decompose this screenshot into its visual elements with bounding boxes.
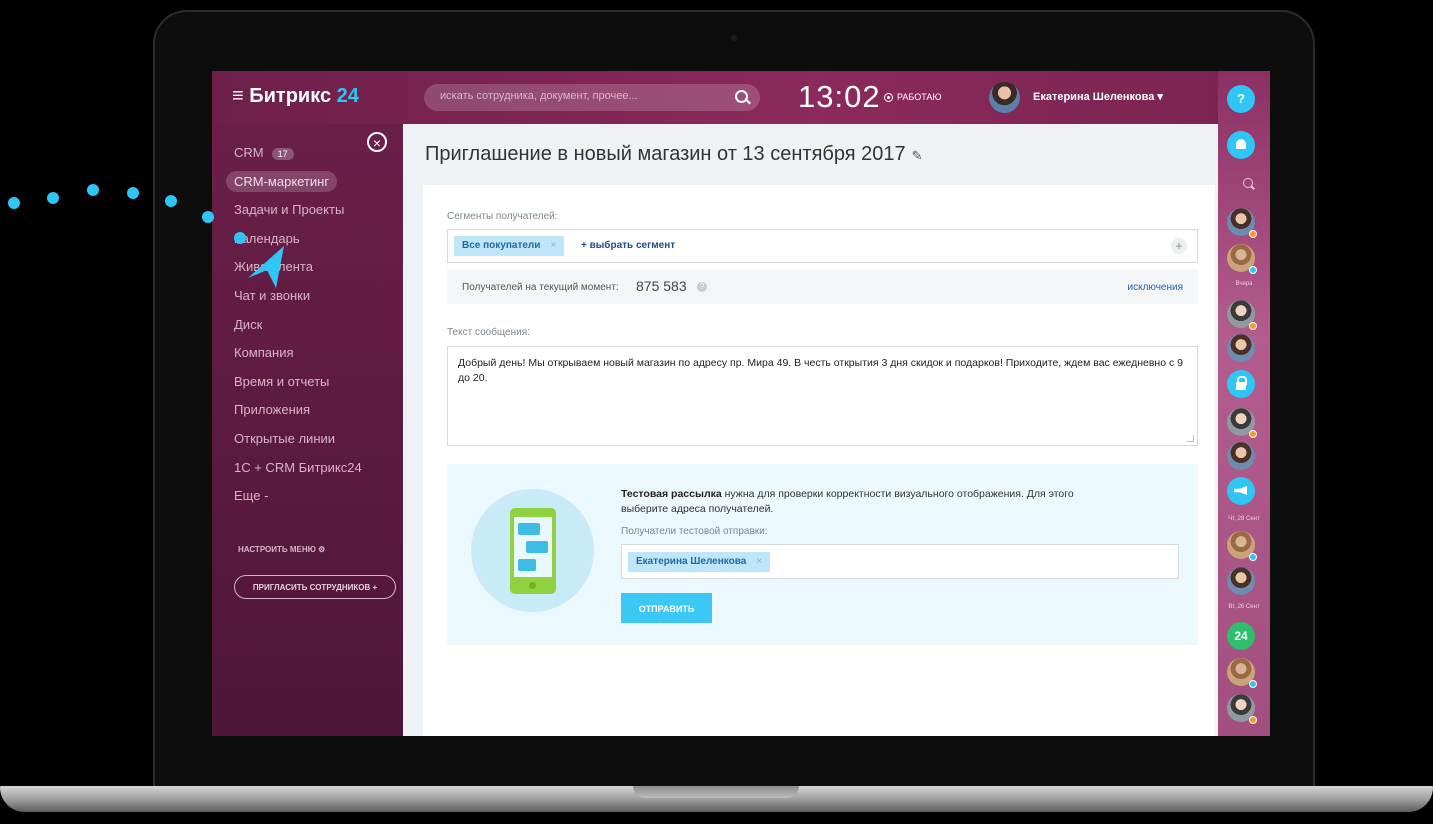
clock[interactable]: 13:02 [798, 79, 881, 115]
user-menu[interactable]: Екатерина Шеленкова ▾ [1033, 90, 1163, 103]
segments-field[interactable]: Все покупатели × + выбрать сегмент + [447, 229, 1198, 263]
decor-dot [234, 232, 246, 244]
contact-avatar[interactable] [1227, 694, 1257, 724]
crm-badge: 17 [271, 147, 294, 160]
recipients-count: 875 583 [636, 278, 687, 294]
test-recipients-label: Получатели тестовой отправки: [621, 526, 768, 537]
exceptions-link[interactable]: исключения [1128, 282, 1183, 293]
main-content: Приглашение в новый магазин от 13 сентяб… [403, 124, 1218, 736]
phone-icon [510, 508, 556, 594]
contact-avatar[interactable] [1227, 408, 1257, 438]
search-input[interactable] [438, 89, 722, 103]
resize-handle[interactable] [1187, 435, 1194, 442]
bitrix24-icon[interactable]: 24 [1227, 622, 1255, 650]
top-header: ≡ Битрикс 24 13:02 РАБОТАЮ Екатерина Шел… [212, 71, 1218, 124]
menu-item-more[interactable]: Еще - [234, 488, 362, 517]
close-icon[interactable]: × [367, 132, 387, 152]
contact-avatar[interactable] [1227, 208, 1257, 238]
decor-dot [47, 192, 59, 204]
send-button[interactable]: ОТПРАВИТЬ [621, 593, 712, 623]
menu-item-crm[interactable]: CRM 17 [234, 145, 362, 174]
menu-item-disk[interactable]: Диск [234, 317, 362, 346]
decor-dot [202, 211, 214, 223]
laptop-notch [633, 786, 799, 798]
lock-icon[interactable] [1227, 370, 1255, 398]
megaphone-icon[interactable] [1227, 477, 1255, 505]
menu-item-open-lines[interactable]: Открытые линии [234, 431, 362, 460]
logo[interactable]: ≡ Битрикс 24 [232, 85, 359, 108]
segment-tag[interactable]: Все покупатели × [454, 236, 565, 256]
camera [731, 35, 737, 41]
menu-item-crm-marketing[interactable]: CRM-маркетинг [226, 170, 362, 203]
decor-dot [127, 187, 139, 199]
remove-tag-icon[interactable]: × [756, 556, 762, 567]
user-avatar[interactable] [989, 82, 1020, 113]
recipient-tag[interactable]: Екатерина Шеленкова × [628, 552, 771, 572]
test-description: Тестовая рассылка нужна для проверки кор… [621, 488, 1074, 515]
form-card: Сегменты получателей: Все покупатели × + … [423, 185, 1215, 736]
contact-avatar[interactable] [1227, 334, 1255, 362]
main-menu: CRM 17 CRM-маркетинг Задачи и Проекты Кал… [226, 145, 362, 517]
pencil-icon[interactable]: ✎ [912, 148, 923, 164]
contact-avatar[interactable] [1227, 658, 1257, 688]
phone-illustration [471, 489, 594, 612]
rail-search-icon[interactable] [1243, 178, 1253, 188]
date-label: Вчера [1235, 281, 1253, 287]
contact-avatar[interactable] [1227, 567, 1255, 595]
test-mailing-panel: Тестовая рассылка нужна для проверки кор… [447, 464, 1198, 645]
decor-dot [87, 184, 99, 196]
help-icon[interactable]: ? [697, 282, 707, 292]
help-icon[interactable]: ? [1227, 85, 1255, 113]
remove-tag-icon[interactable]: × [550, 240, 556, 251]
menu-item-company[interactable]: Компания [234, 345, 362, 374]
recipients-label: Получателей на текущий момент: [462, 282, 619, 293]
date-label: Вт, 26 Сент [1228, 604, 1260, 610]
menu-item-apps[interactable]: Приложения [234, 402, 362, 431]
right-rail: ? Вчера Чт, 28 Сент Вт, 26 Сент 24 [1218, 71, 1270, 736]
recipients-count-bar: Получателей на текущий момент: 875 583 ?… [447, 270, 1198, 304]
menu-item-tasks[interactable]: Задачи и Проекты [234, 202, 362, 231]
decor-dot [165, 195, 177, 207]
page-title: Приглашение в новый магазин от 13 сентяб… [425, 143, 923, 165]
left-sidebar: × CRM 17 CRM-маркетинг Задачи и Проекты К… [212, 124, 403, 736]
date-label: Чт, 28 Сент [1228, 516, 1260, 522]
message-textarea[interactable]: Добрый день! Мы открываем новый магазин … [447, 346, 1198, 446]
menu-item-1c[interactable]: 1С + CRM Битрикс24 [234, 460, 362, 489]
bell-icon[interactable] [1227, 131, 1255, 159]
message-label: Текст сообщения: [447, 327, 530, 338]
arrow-cursor-icon [248, 246, 284, 288]
plus-icon[interactable]: + [1171, 238, 1187, 254]
search-bar[interactable] [424, 84, 760, 111]
invite-button[interactable]: ПРИГЛАСИТЬ СОТРУДНИКОВ + [234, 575, 396, 599]
contact-avatar[interactable] [1227, 442, 1255, 470]
setup-menu-link[interactable]: НАСТРОИТЬ МЕНЮ ⚙ [238, 545, 325, 554]
contact-avatar[interactable] [1227, 531, 1257, 561]
test-recipients-field[interactable]: Екатерина Шеленкова × [621, 544, 1179, 579]
contact-avatar[interactable] [1227, 300, 1257, 330]
work-status[interactable]: РАБОТАЮ [884, 92, 942, 103]
app-screen: ≡ Битрикс 24 13:02 РАБОТАЮ Екатерина Шел… [212, 71, 1270, 736]
decor-dot [8, 197, 20, 209]
segments-label: Сегменты получателей: [447, 211, 558, 222]
search-icon[interactable] [735, 90, 748, 103]
menu-item-time[interactable]: Время и отчеты [234, 374, 362, 403]
status-icon [884, 93, 893, 103]
contact-avatar[interactable] [1227, 244, 1257, 274]
menu-item-chat[interactable]: Чат и звонки [234, 288, 362, 317]
add-segment-link[interactable]: + выбрать сегмент [581, 240, 675, 251]
